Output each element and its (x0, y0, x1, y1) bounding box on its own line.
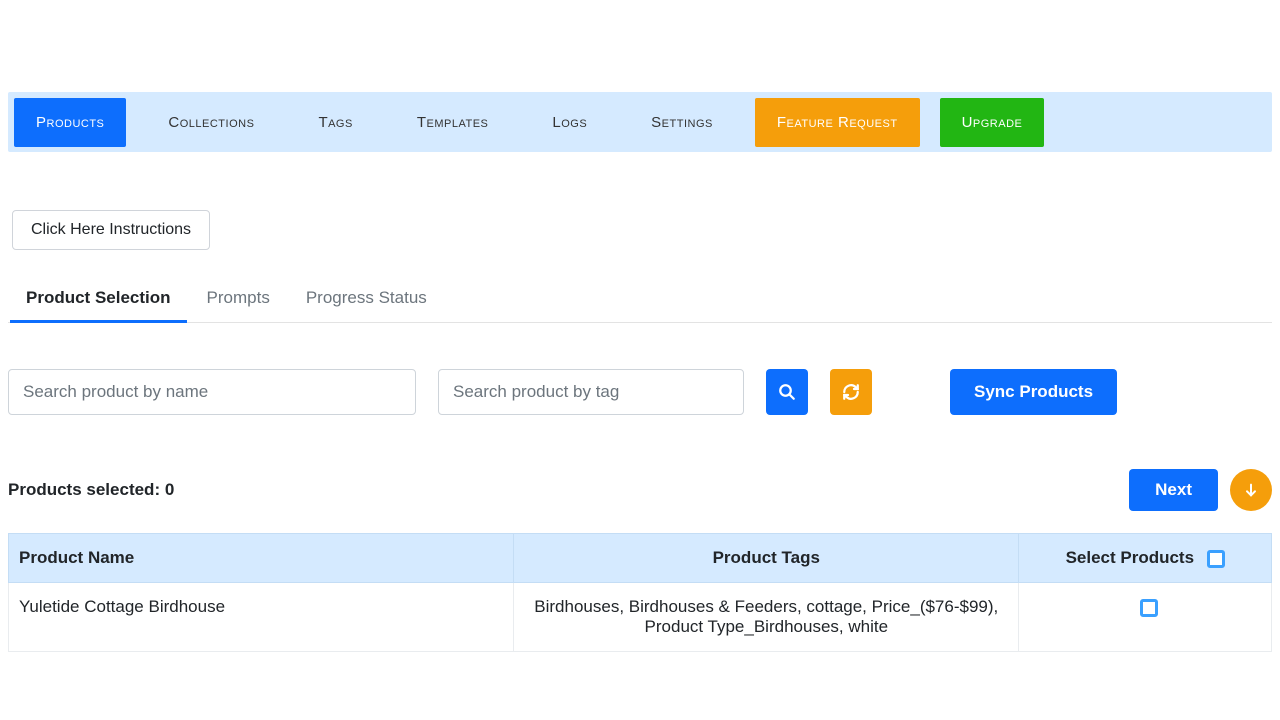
th-select-products: Select Products (1019, 534, 1272, 583)
select-all-checkbox[interactable] (1207, 550, 1225, 568)
th-select-label: Select Products (1066, 548, 1195, 567)
nav-settings[interactable]: Settings (629, 98, 735, 147)
refresh-icon (842, 383, 860, 401)
nav-logs[interactable]: Logs (530, 98, 609, 147)
nav-tags[interactable]: Tags (296, 98, 374, 147)
subtabs: Product Selection Prompts Progress Statu… (8, 278, 1272, 323)
nav-collections[interactable]: Collections (146, 98, 276, 147)
arrow-down-icon (1243, 482, 1259, 498)
nav-products[interactable]: Products (14, 98, 126, 147)
row-checkbox[interactable] (1140, 599, 1158, 617)
cell-product-name: Yuletide Cottage Birdhouse (9, 583, 514, 652)
nav-upgrade[interactable]: Upgrade (940, 98, 1045, 147)
search-name-input[interactable] (8, 369, 416, 415)
top-nav: Products Collections Tags Templates Logs… (8, 92, 1272, 152)
products-table: Product Name Product Tags Select Product… (8, 533, 1272, 652)
nav-templates[interactable]: Templates (395, 98, 511, 147)
cell-product-tags: Birdhouses, Birdhouses & Feeders, cottag… (514, 583, 1019, 652)
table-row: Yuletide Cottage Birdhouse Birdhouses, B… (9, 583, 1272, 652)
nav-feature-request[interactable]: Feature Request (755, 98, 920, 147)
search-tag-input[interactable] (438, 369, 744, 415)
sync-products-button[interactable]: Sync Products (950, 369, 1117, 415)
th-product-tags: Product Tags (514, 534, 1019, 583)
search-button[interactable] (766, 369, 808, 415)
scroll-down-button[interactable] (1230, 469, 1272, 511)
tab-progress-status[interactable]: Progress Status (302, 278, 431, 322)
tab-product-selection[interactable]: Product Selection (22, 278, 175, 322)
next-button[interactable]: Next (1129, 469, 1218, 511)
th-product-name: Product Name (9, 534, 514, 583)
search-icon (778, 383, 796, 401)
instructions-button[interactable]: Click Here Instructions (12, 210, 210, 250)
products-selected-count: Products selected: 0 (8, 480, 174, 500)
refresh-button[interactable] (830, 369, 872, 415)
tab-prompts[interactable]: Prompts (203, 278, 274, 322)
cell-select (1019, 583, 1272, 652)
